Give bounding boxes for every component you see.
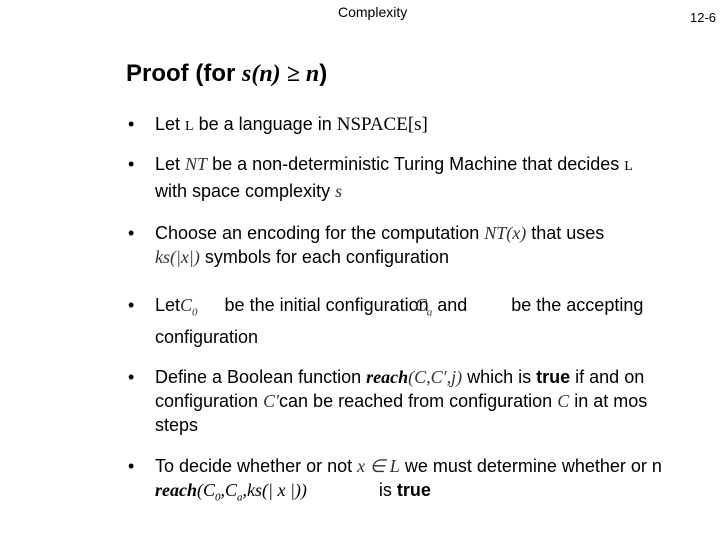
text: which is: [462, 367, 537, 387]
slide-title: Proof (for s(n) ≥ n): [126, 60, 327, 88]
bullet-dot: •: [128, 367, 135, 387]
keyword-true: true: [396, 480, 431, 500]
title-suffix: ): [319, 60, 328, 87]
math-C0: C0: [180, 295, 198, 319]
text: we must determine whether or n: [399, 456, 662, 476]
math-x-in-L: x ∈ L: [357, 456, 400, 476]
text: symbols for each configuration: [199, 247, 450, 267]
text: and: [432, 295, 468, 315]
text: To decide whether or not: [155, 456, 358, 476]
math-s: s: [335, 181, 343, 201]
text: be a non-deterministic Turing Machine th…: [207, 154, 625, 174]
text: that uses: [526, 223, 605, 243]
bullet-dot: •: [128, 154, 135, 174]
text: Define a Boolean function: [155, 367, 367, 387]
text: be the initial configuration: [219, 295, 429, 315]
math-NT: NT: [185, 154, 208, 174]
math-args: (C0,Ca,ks(| x |)): [197, 480, 307, 504]
text: steps: [155, 415, 199, 435]
bullet-4: • LetC0 be the initial configurationCa a…: [128, 293, 720, 347]
text: if and on: [570, 367, 645, 387]
bullet-dot: •: [128, 223, 135, 243]
bullet-dot: •: [128, 456, 135, 476]
title-math: s(n) ≥ n: [241, 61, 320, 87]
keyword-true: true: [536, 367, 571, 387]
bullet-dot: •: [128, 114, 135, 134]
text: in: [569, 391, 589, 411]
math-Ca: Ca: [414, 295, 433, 319]
text: at mos: [588, 391, 648, 411]
math-L: L: [624, 159, 633, 174]
math-reach: reach: [155, 480, 197, 500]
text: be the accepting: [511, 295, 644, 315]
math-ks: ks(|x|): [155, 247, 200, 267]
bullet-dot: •: [128, 295, 135, 315]
text: be a language in: [193, 114, 337, 134]
header-title: Complexity: [338, 4, 408, 20]
math-L: L: [185, 119, 194, 134]
text: with space complexity: [155, 181, 336, 201]
math: ,C: [220, 480, 238, 500]
text: Let: [155, 154, 186, 174]
page-number: 12-6: [690, 10, 717, 25]
math-Cprime: C′: [263, 391, 280, 411]
text: configuration: [155, 391, 264, 411]
sub: 0: [192, 306, 198, 319]
title-text: Proof (for: [126, 60, 242, 87]
math: ,ks(| x |)): [242, 480, 307, 500]
text: configuration: [155, 326, 259, 347]
math-args: (C,C′,j): [408, 367, 463, 387]
math-reach: reach: [366, 367, 409, 387]
math-NTx: NT(x): [484, 223, 527, 243]
math: (C: [197, 480, 215, 500]
math-nspace: NSPACE[s]: [336, 114, 428, 135]
math: C: [180, 295, 193, 315]
text: is: [378, 480, 397, 500]
math-C: C: [557, 391, 570, 411]
text: Choose an encoding for the computation: [155, 223, 485, 243]
text: Let: [155, 295, 181, 315]
text: Let: [155, 114, 186, 134]
math: C: [414, 295, 427, 315]
text: can be reached from configuration: [279, 391, 558, 411]
